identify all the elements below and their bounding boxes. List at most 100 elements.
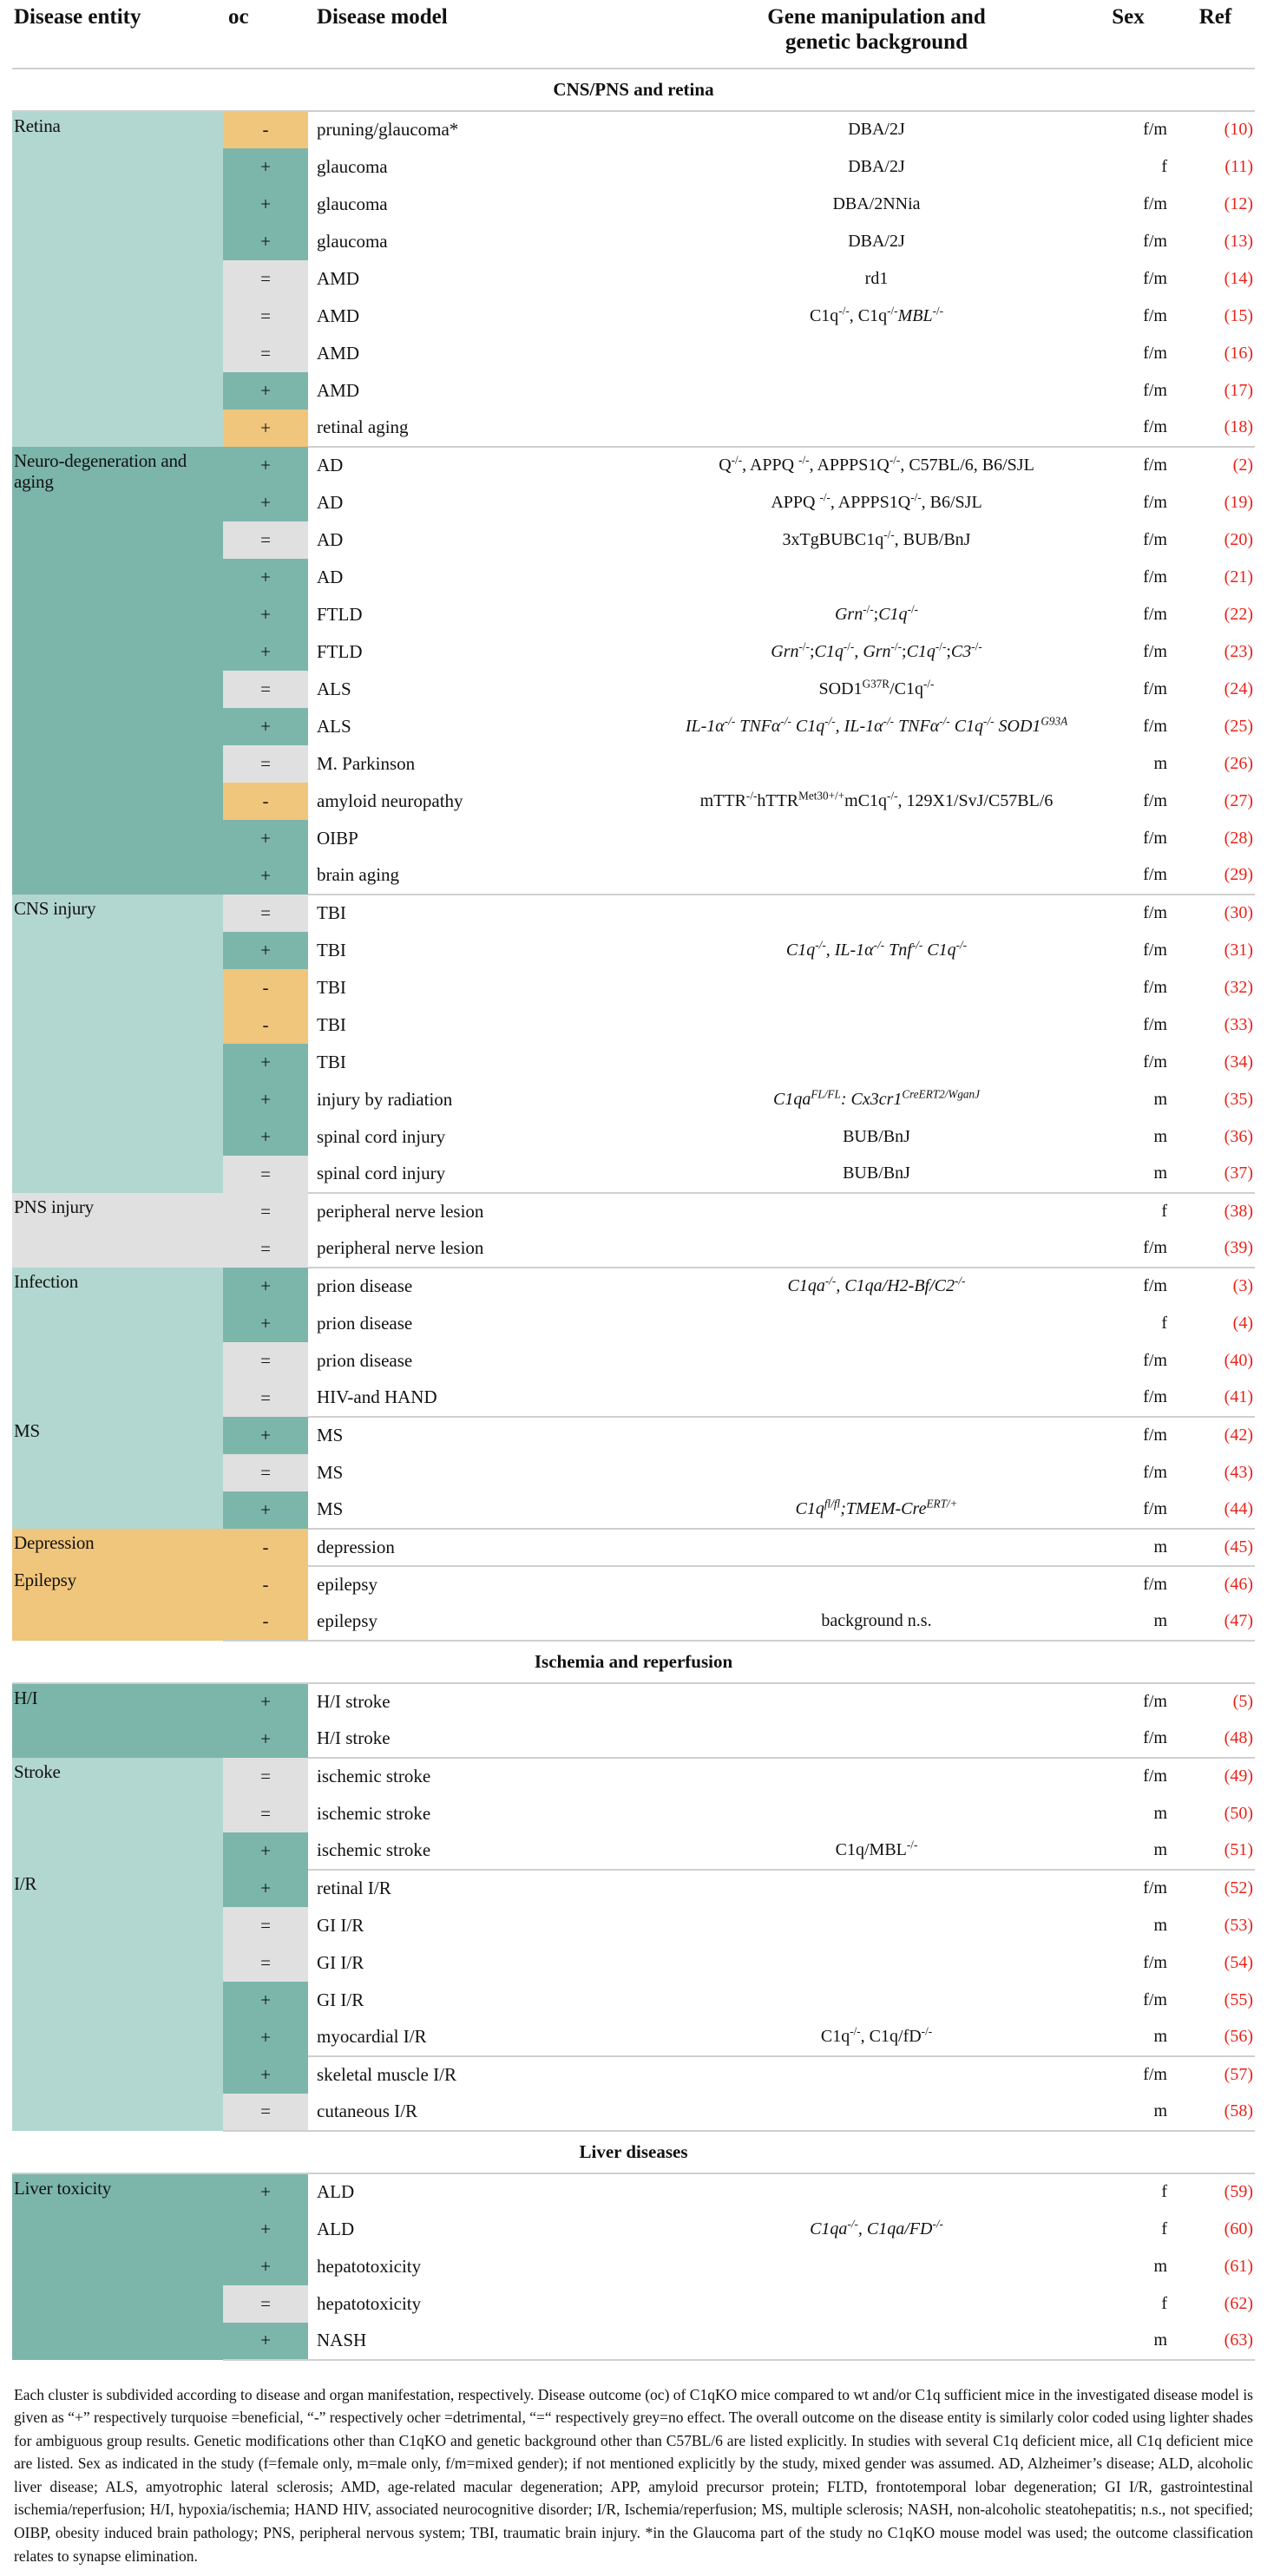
sex-cell: f — [1080, 1193, 1176, 1230]
disease-model-cell: ALS — [308, 671, 673, 708]
reference-cell[interactable]: (54) — [1176, 1944, 1255, 1982]
reference-cell[interactable]: (30) — [1176, 895, 1255, 932]
reference-cell[interactable]: (34) — [1176, 1044, 1255, 1081]
reference-cell[interactable]: (45) — [1176, 1529, 1255, 1566]
outcome-cell: + — [223, 2248, 308, 2285]
disease-entity-cell: PNS injury — [12, 1193, 223, 1268]
reference-cell[interactable]: (10) — [1176, 111, 1255, 148]
disease-entity-cell: MS — [12, 1417, 223, 1529]
reference-cell[interactable]: (27) — [1176, 783, 1255, 820]
reference-cell[interactable]: (39) — [1176, 1230, 1255, 1268]
reference-cell[interactable]: (14) — [1176, 260, 1255, 298]
outcome-cell: + — [223, 410, 308, 447]
reference-cell[interactable]: (25) — [1176, 708, 1255, 745]
reference-cell[interactable]: (56) — [1176, 2019, 1255, 2056]
reference-cell[interactable]: (36) — [1176, 1118, 1255, 1156]
disease-entity-cell: Retina — [12, 111, 223, 447]
reference-cell[interactable]: (58) — [1176, 2094, 1255, 2131]
reference-cell[interactable]: (59) — [1176, 2173, 1255, 2211]
reference-cell[interactable]: (50) — [1176, 1795, 1255, 1832]
reference-cell[interactable]: (12) — [1176, 186, 1255, 223]
gene-manipulation-cell — [673, 1566, 1080, 1603]
gene-header-line1: Gene manipulation and — [767, 5, 985, 29]
disease-model-cell: TBI — [308, 1006, 673, 1044]
reference-cell[interactable]: (18) — [1176, 410, 1255, 447]
gene-manipulation-cell: Grn-/-;C1q-/- — [673, 596, 1080, 633]
reference-cell[interactable]: (40) — [1176, 1342, 1255, 1380]
section-title: Liver diseases — [12, 2131, 1255, 2173]
table-page: Disease entity oc Disease model Gene man… — [0, 0, 1267, 2576]
reference-cell[interactable]: (17) — [1176, 372, 1255, 410]
reference-cell[interactable]: (20) — [1176, 521, 1255, 559]
reference-cell[interactable]: (2) — [1176, 447, 1255, 484]
disease-model-cell: ALS — [308, 708, 673, 745]
reference-cell[interactable]: (35) — [1176, 1081, 1255, 1118]
reference-cell[interactable]: (24) — [1176, 671, 1255, 708]
gene-manipulation-cell — [673, 1758, 1080, 1795]
reference-cell[interactable]: (61) — [1176, 2248, 1255, 2285]
reference-cell[interactable]: (60) — [1176, 2211, 1255, 2248]
table-row: CNS injury=TBIf/m(30) — [12, 895, 1255, 932]
reference-cell[interactable]: (43) — [1176, 1454, 1255, 1491]
outcome-cell: = — [223, 1342, 308, 1380]
sex-cell: f/m — [1080, 1268, 1176, 1305]
disease-entity-cell: Infection — [12, 1268, 223, 1417]
reference-cell[interactable]: (47) — [1176, 1603, 1255, 1641]
disease-model-cell: FTLD — [308, 596, 673, 633]
reference-cell[interactable]: (13) — [1176, 223, 1255, 260]
sex-cell: f/m — [1080, 521, 1176, 559]
disease-model-cell: hepatotoxicity — [308, 2248, 673, 2285]
reference-cell[interactable]: (26) — [1176, 745, 1255, 783]
reference-cell[interactable]: (57) — [1176, 2056, 1255, 2094]
reference-cell[interactable]: (53) — [1176, 1907, 1255, 1944]
outcome-cell: + — [223, 447, 308, 484]
outcome-cell: + — [223, 1417, 308, 1454]
disease-model-cell: NASH — [308, 2323, 673, 2360]
reference-cell[interactable]: (22) — [1176, 596, 1255, 633]
reference-cell[interactable]: (41) — [1176, 1380, 1255, 1417]
reference-cell[interactable]: (32) — [1176, 969, 1255, 1006]
reference-cell[interactable]: (52) — [1176, 1870, 1255, 1907]
reference-cell[interactable]: (37) — [1176, 1156, 1255, 1193]
gene-manipulation-cell — [673, 1529, 1080, 1566]
reference-cell[interactable]: (49) — [1176, 1758, 1255, 1795]
reference-cell[interactable]: (16) — [1176, 335, 1255, 372]
sex-cell: f/m — [1080, 708, 1176, 745]
reference-cell[interactable]: (38) — [1176, 1193, 1255, 1230]
outcome-cell: + — [223, 223, 308, 260]
reference-cell[interactable]: (51) — [1176, 1832, 1255, 1870]
table-row: Liver toxicity+ALDf(59) — [12, 2173, 1255, 2211]
reference-cell[interactable]: (11) — [1176, 148, 1255, 186]
outcome-cell: + — [223, 596, 308, 633]
disease-model-cell: ischemic stroke — [308, 1795, 673, 1832]
gene-manipulation-cell — [673, 1683, 1080, 1721]
reference-cell[interactable]: (3) — [1176, 1268, 1255, 1305]
reference-cell[interactable]: (44) — [1176, 1491, 1255, 1529]
reference-cell[interactable]: (42) — [1176, 1417, 1255, 1454]
gene-manipulation-cell: rd1 — [673, 260, 1080, 298]
outcome-cell: + — [223, 1268, 308, 1305]
reference-cell[interactable]: (4) — [1176, 1305, 1255, 1342]
reference-cell[interactable]: (33) — [1176, 1006, 1255, 1044]
reference-cell[interactable]: (5) — [1176, 1683, 1255, 1721]
outcome-cell: = — [223, 2094, 308, 2131]
reference-cell[interactable]: (31) — [1176, 932, 1255, 969]
reference-cell[interactable]: (28) — [1176, 820, 1255, 857]
disease-model-cell: GI I/R — [308, 1907, 673, 1944]
reference-cell[interactable]: (48) — [1176, 1721, 1255, 1758]
reference-cell[interactable]: (46) — [1176, 1566, 1255, 1603]
disease-model-cell: cutaneous I/R — [308, 2094, 673, 2131]
sex-cell: f — [1080, 2211, 1176, 2248]
reference-cell[interactable]: (15) — [1176, 298, 1255, 335]
disease-model-cell: retinal I/R — [308, 1870, 673, 1907]
disease-entity-cell: Depression — [12, 1529, 223, 1566]
gene-manipulation-cell — [673, 410, 1080, 447]
reference-cell[interactable]: (21) — [1176, 559, 1255, 596]
reference-cell[interactable]: (63) — [1176, 2323, 1255, 2360]
reference-cell[interactable]: (62) — [1176, 2285, 1255, 2323]
table-row: Infection+prion diseaseC1qa-/-, C1qa/H2-… — [12, 1268, 1255, 1305]
reference-cell[interactable]: (55) — [1176, 1982, 1255, 2019]
reference-cell[interactable]: (23) — [1176, 633, 1255, 671]
reference-cell[interactable]: (19) — [1176, 484, 1255, 521]
reference-cell[interactable]: (29) — [1176, 857, 1255, 895]
